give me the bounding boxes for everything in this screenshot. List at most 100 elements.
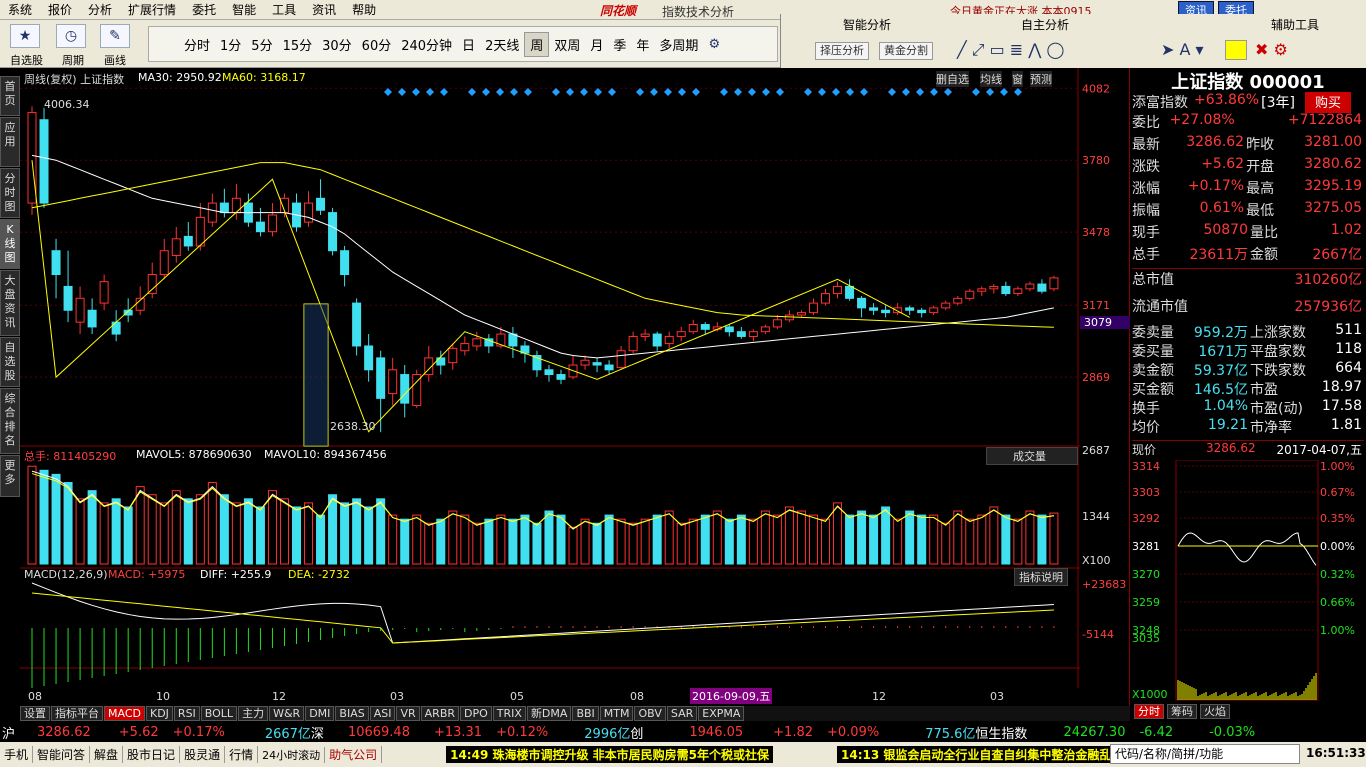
period-10[interactable]: 双周: [549, 33, 585, 56]
period-13[interactable]: 年: [631, 33, 654, 56]
menu-analysis[interactable]: 分析: [80, 1, 120, 18]
period-7[interactable]: 日: [457, 33, 480, 56]
menu-system[interactable]: 系统: [0, 1, 40, 18]
kline-chart[interactable]: 4082 3780 3478 3171 2869 2687 1344 X100 +23683 -5…: [20, 68, 1130, 708]
indicator-tab-18[interactable]: OBV: [634, 706, 666, 721]
mini-tab-flame[interactable]: 火焰: [1200, 704, 1230, 719]
mini-intraday-chart[interactable]: 33143303329232813270325932483035X10001.0…: [1130, 460, 1366, 710]
indicator-tab-2[interactable]: MACD: [104, 706, 145, 721]
macd-title: MACD(12,26,9): [24, 568, 108, 581]
menu-quote[interactable]: 报价: [40, 1, 80, 18]
delete-icon[interactable]: ✖ ⚙: [1255, 40, 1288, 59]
status-diary[interactable]: 股市日记: [123, 746, 181, 763]
period-6[interactable]: 240分钟: [396, 33, 457, 56]
menu-help[interactable]: 帮助: [344, 1, 384, 18]
cy-label[interactable]: 创: [630, 723, 643, 742]
menu-tools[interactable]: 工具: [264, 1, 304, 18]
candle-body: [328, 212, 338, 252]
mavol10-label: MAVOL10: 894367456: [264, 448, 387, 461]
mini-tab-chips[interactable]: 筹码: [1167, 704, 1197, 719]
chart-tool-window[interactable]: 窗: [1012, 71, 1023, 87]
draw-icon[interactable]: ✎: [100, 24, 130, 48]
indicator-tab-5[interactable]: BOLL: [200, 706, 238, 721]
volume-bar: [424, 522, 434, 565]
hsi-label[interactable]: 恒生指数: [975, 723, 1027, 742]
status-qa[interactable]: 智能问答: [33, 746, 91, 763]
status-company[interactable]: 助气公司: [325, 746, 383, 763]
sidebar-item-timeline[interactable]: 分时图: [0, 168, 20, 218]
indicator-tab-11[interactable]: VR: [396, 706, 420, 721]
indicator-tab-6[interactable]: 主力: [238, 706, 269, 721]
period-11[interactable]: 月: [585, 33, 608, 56]
indicator-dropdown[interactable]: 成交量: [986, 447, 1078, 465]
sz-pct: +0.12%: [496, 724, 549, 740]
period-icon[interactable]: ◷: [56, 24, 86, 48]
period-3[interactable]: 15分: [278, 33, 318, 56]
menu-extended[interactable]: 扩展行情: [120, 1, 184, 18]
line-tool-icon[interactable]: ╱ ⤢ ▭ ≣ ⋀ ◯: [957, 40, 1064, 60]
indicator-tab-1[interactable]: 指标平台: [51, 706, 103, 721]
news-item-1[interactable]: 14:49 珠海楼市调控升级 非本市居民购房需5年个税或社保: [446, 746, 774, 763]
indicator-tab-7[interactable]: W&R: [269, 706, 305, 721]
status-quotes[interactable]: 行情: [225, 746, 259, 763]
period-8[interactable]: 2天线: [480, 33, 524, 56]
color-picker[interactable]: [1225, 40, 1247, 60]
indicator-tab-9[interactable]: BIAS: [335, 706, 369, 721]
sh-label[interactable]: 沪: [2, 723, 15, 742]
menu-order[interactable]: 委托: [184, 1, 224, 18]
sidebar-item-market-news[interactable]: 大盘资讯: [0, 270, 20, 336]
sidebar-item-kline[interactable]: K线图: [0, 219, 20, 269]
search-input[interactable]: 代码/名称/简拼/功能: [1110, 744, 1300, 764]
indicator-tab-4[interactable]: RSI: [173, 706, 200, 721]
sz-label[interactable]: 深: [311, 723, 324, 742]
indicator-tab-16[interactable]: BBI: [572, 706, 599, 721]
indicator-tab-13[interactable]: DPO: [460, 706, 492, 721]
indicator-explain-button[interactable]: 指标说明: [1014, 568, 1068, 586]
status-stock-link[interactable]: 股灵通: [180, 746, 226, 763]
sidebar-item-ranking[interactable]: 综合排名: [0, 388, 20, 454]
indicator-tab-8[interactable]: DMI: [305, 706, 335, 721]
indicator-tab-10[interactable]: ASI: [369, 706, 396, 721]
period-1[interactable]: 1分: [215, 33, 246, 56]
pressure-analysis-button[interactable]: 择压分析: [815, 42, 869, 60]
period-9[interactable]: 周: [524, 31, 550, 57]
kline-chart-area[interactable]: 4082 3780 3478 3171 2869 2687 1344 X100 +23683 -5…: [20, 68, 1130, 708]
sidebar-item-more[interactable]: 更多: [0, 455, 20, 497]
mini-tab-timeline[interactable]: 分时: [1134, 704, 1164, 719]
buy-button[interactable]: 购买: [1304, 92, 1351, 113]
menu-smart[interactable]: 智能: [224, 1, 264, 18]
indicator-tab-20[interactable]: EXPMA: [698, 706, 745, 721]
assist-tools-header[interactable]: 辅助工具: [1271, 16, 1319, 33]
status-mobile[interactable]: 手机: [0, 746, 34, 763]
menu-news[interactable]: 资讯: [304, 1, 344, 18]
watchlist-icon[interactable]: ★: [10, 24, 40, 48]
status-rolling[interactable]: 24小时滚动: [258, 746, 326, 763]
indicator-tab-14[interactable]: TRIX: [492, 706, 526, 721]
indicator-tab-3[interactable]: KDJ: [145, 706, 173, 721]
self-analysis-header[interactable]: 自主分析: [1021, 16, 1069, 33]
indicator-tab-15[interactable]: 新DMA: [526, 706, 572, 721]
sidebar-item-home[interactable]: 首页: [0, 76, 20, 116]
indicator-tab-19[interactable]: SAR: [666, 706, 698, 721]
status-analysis[interactable]: 解盘: [90, 746, 124, 763]
chart-tool-delete[interactable]: 删自选: [936, 71, 969, 87]
chart-tool-forecast[interactable]: 预测: [1030, 71, 1052, 87]
smart-analysis-header[interactable]: 智能分析: [843, 16, 891, 33]
sidebar-item-app[interactable]: 应用: [0, 117, 20, 167]
period-5[interactable]: 60分: [357, 33, 397, 56]
period-4[interactable]: 30分: [317, 33, 357, 56]
sidebar-item-watchlist[interactable]: 自选股: [0, 337, 20, 387]
golden-split-button[interactable]: 黄金分割: [879, 42, 933, 60]
cursor-icon[interactable]: ➤ A ▾: [1161, 40, 1204, 59]
period-0[interactable]: 分时: [179, 33, 215, 56]
volume-bar: [989, 506, 999, 565]
indicator-tab-17[interactable]: MTM: [599, 706, 634, 721]
chart-tool-ma[interactable]: 均线: [980, 71, 1002, 87]
period-12[interactable]: 季: [608, 33, 631, 56]
news-item-2[interactable]: 14:13 银监会启动全行业自查自纠集中整治金融乱象: [837, 746, 1128, 763]
period-2[interactable]: 5分: [246, 33, 277, 56]
settings-gear-icon[interactable]: ⚙: [703, 35, 725, 54]
indicator-tab-12[interactable]: ARBR: [420, 706, 460, 721]
indicator-tab-0[interactable]: 设置: [20, 706, 50, 721]
period-14[interactable]: 多周期: [654, 33, 703, 56]
